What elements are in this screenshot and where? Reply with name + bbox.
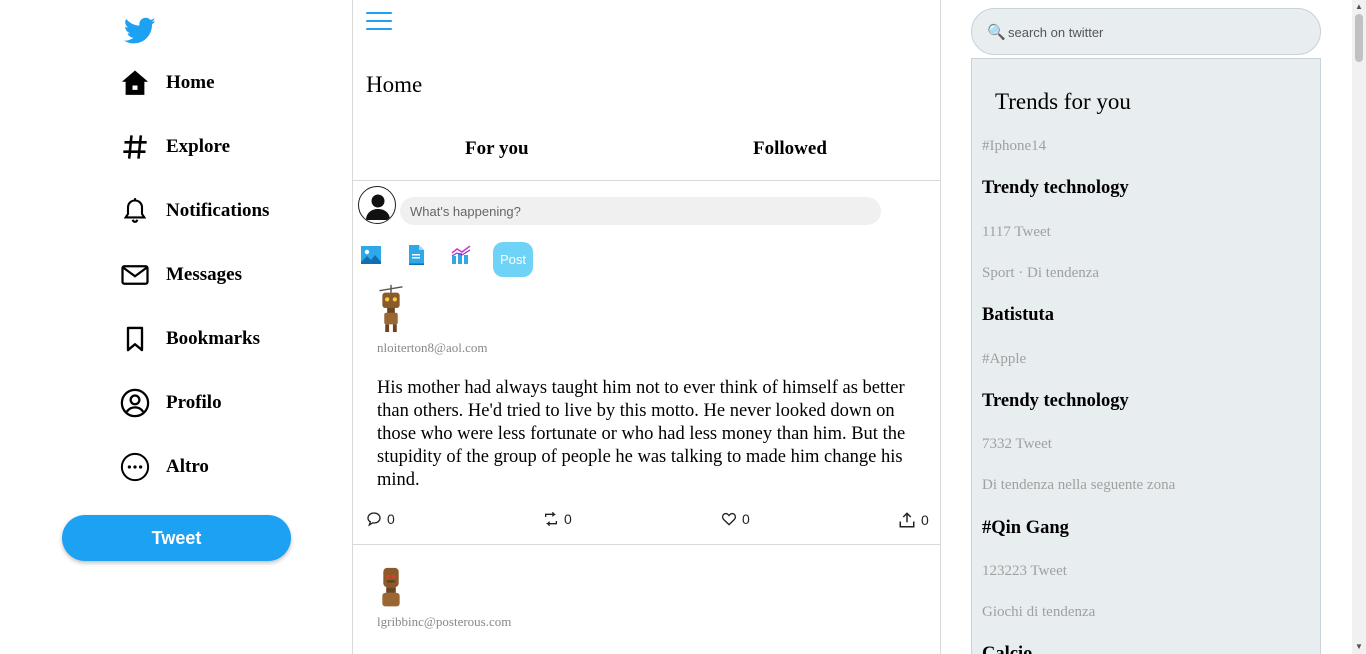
scroll-down-arrow-icon[interactable]: ▼: [1355, 642, 1363, 651]
nav-item-bookmarks[interactable]: Bookmarks: [120, 319, 260, 359]
reply-count: 0: [387, 511, 395, 527]
tweet-actions: 0 0 0 0: [353, 511, 940, 531]
tab-followed[interactable]: Followed: [753, 138, 827, 160]
retweet-icon: [545, 511, 557, 527]
nav-label-messages: Messages: [166, 264, 242, 285]
scroll-up-arrow-icon[interactable]: ▲: [1355, 2, 1363, 11]
tweet-divider: [353, 544, 940, 545]
tab-for-you[interactable]: For you: [465, 138, 529, 160]
heart-icon: [721, 512, 737, 526]
trend-meta: Di tendenza nella seguente zona: [982, 477, 1176, 493]
nav-item-explore[interactable]: Explore: [120, 127, 230, 167]
feed-tabs: For you Followed: [353, 124, 940, 181]
search-bar[interactable]: 🔍: [971, 8, 1321, 55]
trend-name[interactable]: #Qin Gang: [982, 518, 1069, 539]
nav-item-more[interactable]: Altro: [120, 447, 209, 487]
reply-button[interactable]: 0: [366, 511, 395, 527]
composer-avatar: [358, 186, 396, 224]
trend-meta: #Iphone14: [982, 138, 1047, 154]
bookmark-icon: [120, 324, 150, 354]
reply-icon: [367, 512, 381, 527]
twitter-logo-icon[interactable]: [124, 16, 156, 46]
left-sidebar: Home Explore Notifications Messages Book…: [0, 0, 352, 654]
trend-meta: Sport · Di tendenza: [982, 265, 1100, 281]
trend-meta: 7332 Tweet: [982, 436, 1052, 452]
robot-avatar-icon[interactable]: [371, 566, 411, 616]
trend-name[interactable]: Batistuta: [982, 305, 1054, 326]
home-icon: [120, 68, 150, 98]
right-column: 🔍 Trends for you #Iphone14 Trendy techno…: [941, 0, 1352, 654]
nav-label-profile: Profilo: [166, 392, 222, 413]
main-feed: Home For you Followed Post nloiterton8@a…: [352, 0, 941, 654]
trend-meta: #Apple: [982, 351, 1027, 367]
share-icon: [899, 512, 915, 528]
trend-name[interactable]: Trendy technology: [982, 178, 1129, 199]
nav-label-home: Home: [166, 72, 215, 93]
post-button[interactable]: Post: [493, 242, 533, 277]
retweet-button[interactable]: 0: [543, 511, 572, 527]
page-scrollbar[interactable]: ▲ ▼: [1352, 0, 1366, 654]
like-button[interactable]: 0: [721, 511, 750, 527]
trends-title: Trends for you: [995, 89, 1131, 114]
like-count: 0: [742, 511, 750, 527]
scrollbar-thumb[interactable]: [1355, 14, 1363, 62]
hashtag-icon: [120, 132, 150, 162]
nav-item-home[interactable]: Home: [120, 63, 215, 103]
bell-icon: [120, 196, 150, 226]
trend-name[interactable]: Trendy technology: [982, 391, 1129, 412]
image-icon[interactable]: [360, 244, 382, 266]
trend-name[interactable]: Calcio: [982, 644, 1032, 654]
robot-avatar-icon[interactable]: [371, 283, 411, 333]
nav-item-messages[interactable]: Messages: [120, 255, 242, 295]
trend-meta: 123223 Tweet: [982, 563, 1067, 579]
hamburger-menu-icon[interactable]: [366, 12, 392, 34]
tweet-button[interactable]: Tweet: [62, 515, 291, 561]
trend-meta: 1117 Tweet: [982, 224, 1051, 240]
share-count: 0: [921, 512, 929, 528]
tweet-username[interactable]: lgribbinc@posterous.com: [377, 614, 511, 630]
search-icon: 🔍: [987, 25, 1006, 41]
chart-icon[interactable]: [450, 244, 472, 266]
nav-item-notifications[interactable]: Notifications: [120, 191, 269, 231]
nav-item-profile[interactable]: Profilo: [120, 383, 222, 423]
user-circle-icon: [120, 388, 150, 418]
composer-input[interactable]: [400, 197, 881, 225]
more-circle-icon: [120, 452, 150, 482]
nav-label-explore: Explore: [166, 136, 231, 157]
envelope-icon: [120, 260, 150, 290]
nav-label-notifications: Notifications: [166, 200, 270, 221]
tweet-username[interactable]: nloiterton8@aol.com: [377, 340, 488, 356]
retweet-count: 0: [564, 511, 572, 527]
document-icon[interactable]: [405, 244, 427, 266]
nav-label-more: Altro: [166, 456, 209, 477]
share-button[interactable]: 0: [898, 511, 929, 529]
tweet-text: His mother had always taught him not to …: [377, 378, 906, 490]
trend-meta: Giochi di tendenza: [982, 604, 1096, 620]
page-title: Home: [366, 72, 423, 97]
nav-label-bookmarks: Bookmarks: [166, 328, 260, 349]
trends-panel: Trends for you #Iphone14 Trendy technolo…: [971, 58, 1321, 654]
search-input[interactable]: [1008, 20, 1298, 44]
